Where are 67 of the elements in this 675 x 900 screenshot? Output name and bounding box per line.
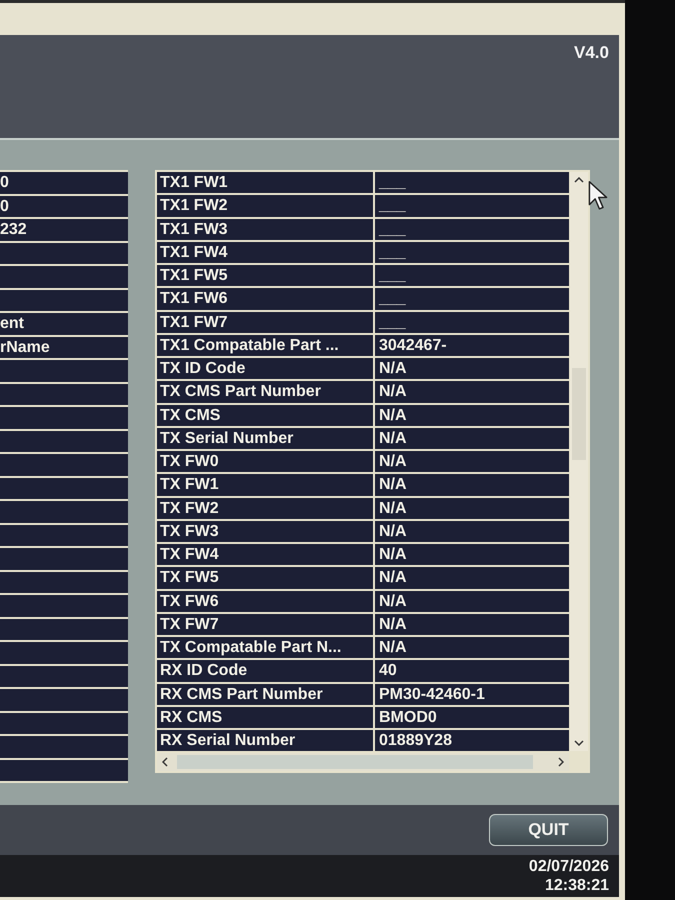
chevron-right-icon[interactable] bbox=[558, 757, 564, 768]
table-cell: TX FW4 bbox=[157, 544, 373, 566]
table-cell: TX1 FW1 bbox=[157, 172, 373, 194]
table-cell: N/A bbox=[375, 590, 569, 612]
table-cell: N/A bbox=[375, 544, 569, 566]
table-cell: ent bbox=[0, 313, 128, 334]
table-cell: TX ID Code bbox=[157, 358, 373, 380]
vertical-scrollbar[interactable] bbox=[570, 172, 588, 752]
table-cell: TX Serial Number bbox=[157, 428, 373, 449]
table-cell: N/A bbox=[375, 381, 569, 402]
table-cell: TX1 FW7 bbox=[157, 312, 373, 333]
table-cell: 3042467- bbox=[375, 334, 569, 356]
table-cell: TX1 Compatable Part ... bbox=[157, 334, 373, 356]
table-cell: 0 bbox=[0, 172, 128, 194]
table-cell: N/A bbox=[375, 474, 569, 496]
quit-button[interactable]: QUIT bbox=[489, 814, 608, 846]
table-cell: ___ bbox=[375, 172, 569, 194]
table-cell: PM30-42460-1 bbox=[375, 684, 569, 705]
table-cell: TX CMS Part Number bbox=[157, 381, 373, 402]
table-cell: TX FW3 bbox=[157, 520, 373, 542]
table-cell: TX1 FW6 bbox=[157, 288, 373, 310]
table-cell: N/A bbox=[375, 637, 569, 658]
table-cell: N/A bbox=[375, 520, 569, 542]
table-cell: TX FW0 bbox=[157, 451, 373, 472]
table-cell: 01889Y28 bbox=[375, 730, 569, 752]
table-cell: 0 bbox=[0, 196, 128, 217]
table-cell: TX1 FW4 bbox=[157, 242, 373, 263]
table-cell: N/A bbox=[375, 358, 569, 380]
table-cell: TX FW2 bbox=[157, 498, 373, 519]
table-cell: TX CMS bbox=[157, 404, 373, 426]
time-label: 12:38:21 bbox=[544, 876, 609, 895]
table-cell: ___ bbox=[375, 218, 569, 240]
chevron-left-icon[interactable] bbox=[162, 757, 168, 768]
table-cell: TX FW1 bbox=[157, 474, 373, 496]
table-cell: N/A bbox=[375, 498, 569, 519]
table-cell: TX1 FW3 bbox=[157, 218, 373, 240]
table-cell: RX Serial Number bbox=[157, 730, 373, 752]
table-cell: TX FW6 bbox=[157, 590, 373, 612]
table-cell: ___ bbox=[375, 288, 569, 310]
table-cell: TX FW7 bbox=[157, 614, 373, 635]
chevron-up-icon[interactable] bbox=[574, 177, 584, 183]
table-cell: N/A bbox=[375, 404, 569, 426]
table-cell: RX CMS Part Number bbox=[157, 684, 373, 705]
scrollbar-thumb[interactable] bbox=[177, 755, 533, 770]
table-cell: TX1 FW2 bbox=[157, 195, 373, 216]
table-cell: N/A bbox=[375, 428, 569, 449]
table-cell: N/A bbox=[375, 451, 569, 472]
table-cell: ___ bbox=[375, 312, 569, 333]
table-cell: ___ bbox=[375, 265, 569, 286]
table-cell: ___ bbox=[375, 242, 569, 263]
table-cell: N/A bbox=[375, 614, 569, 635]
table-cell: BMOD0 bbox=[375, 706, 569, 728]
table-cell: TX1 FW5 bbox=[157, 265, 373, 286]
mouse-pointer-icon bbox=[588, 180, 608, 212]
table-cell: N/A bbox=[375, 567, 569, 588]
table-cell: TX Compatable Part N... bbox=[157, 637, 373, 658]
table-cell: 232 bbox=[0, 219, 128, 240]
table-cell: RX ID Code bbox=[157, 660, 373, 682]
version-label: V4.0 bbox=[574, 42, 609, 64]
date-label: 02/07/2026 bbox=[528, 857, 609, 876]
chevron-down-icon[interactable] bbox=[574, 740, 584, 746]
table-cell: 40 bbox=[375, 660, 569, 682]
table-cell: rName bbox=[0, 336, 128, 358]
table-cell: ___ bbox=[375, 195, 569, 216]
table-cell: TX FW5 bbox=[157, 567, 373, 588]
horizontal-scrollbar[interactable] bbox=[157, 753, 569, 772]
table-cell: RX CMS bbox=[157, 706, 373, 728]
